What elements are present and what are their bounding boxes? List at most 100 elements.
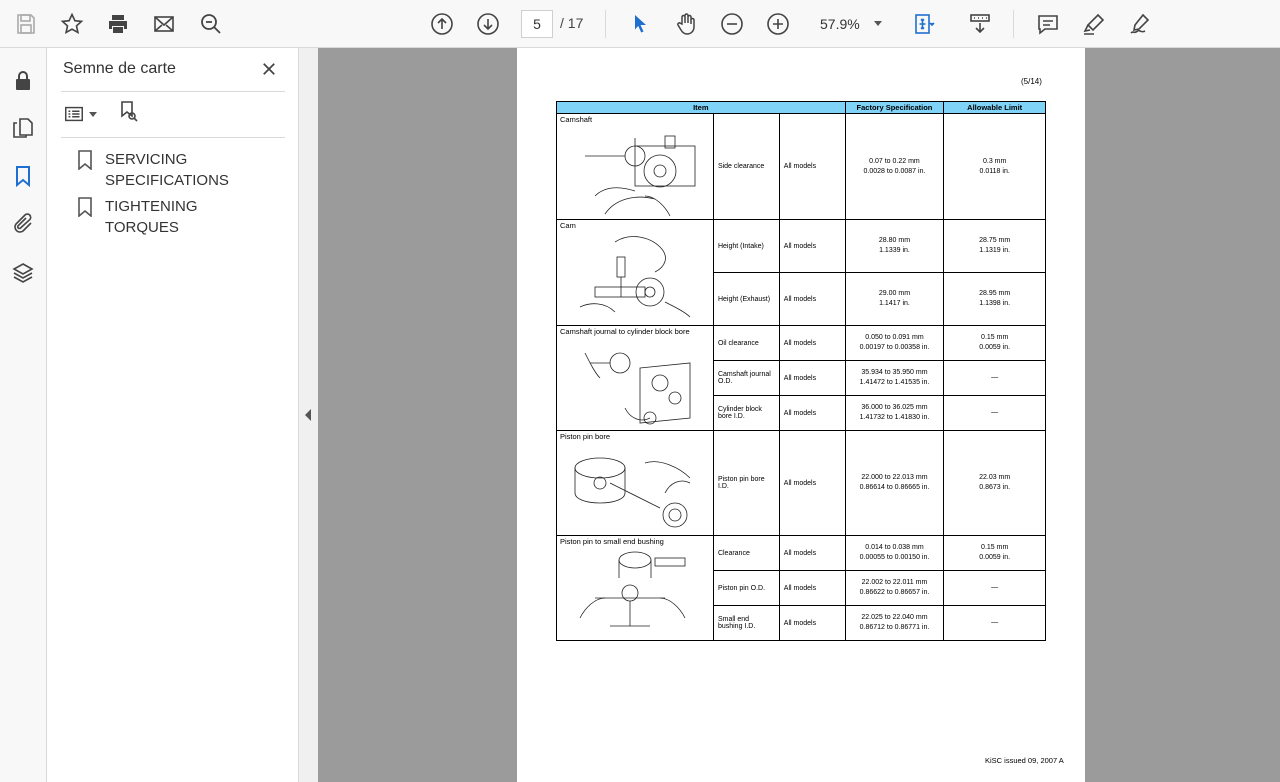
item-cell: Camshaft [556,113,714,220]
limit-cell: — [943,395,1046,431]
param-cell: Side clearance [712,113,780,220]
header-allowable: Allowable Limit [943,101,1046,114]
factory-cell: 22.002 to 22.011 mm 0.86622 to 0.86657 in… [844,570,945,606]
item-cell: Cam [556,219,714,326]
item-cell: Piston pin to small end bushing [556,535,714,641]
attachment-icon[interactable] [8,209,38,239]
highlight-icon[interactable] [1076,6,1112,42]
item-cell: Camshaft journal to cylinder block bore [556,325,714,431]
pdf-page: (5/14) Item Factory Specification Allowa… [517,48,1085,782]
page-thumbnails-icon[interactable] [8,113,38,143]
bookmark-options-button[interactable] [63,103,97,125]
hand-tool-icon[interactable] [668,6,704,42]
camshaft-illustration [584,135,696,217]
limit-cell: 0.15 mm 0.0059 in. [943,535,1046,571]
item-title: Piston pin bore [560,432,611,441]
param-cell: Oil clearance [712,325,780,361]
select-cursor-icon[interactable] [622,6,658,42]
limit-cell: 28.95 mm 1.1398 in. [943,272,1046,326]
factory-cell: 22.025 to 22.040 mm 0.86712 to 0.86771 in… [844,605,945,641]
factory-cell: 0.050 to 0.091 mm 0.00197 to 0.00358 in. [844,325,945,361]
chevron-down-icon [874,21,882,26]
comment-icon[interactable] [1030,6,1066,42]
page-footer: KiSC issued 09, 2007 A [985,756,1064,765]
factory-cell: 36.000 to 36.025 mm 1.41732 to 1.41830 in… [844,395,945,431]
cam-illustration [579,236,691,318]
save-icon[interactable] [8,6,44,42]
param-cell: Cylinder block bore I.D. [712,395,780,431]
factory-cell: 29.00 mm 1.1417 in. [844,272,945,326]
previous-page-icon[interactable] [424,6,460,42]
bookmark-search-icon [121,101,138,122]
close-icon[interactable] [257,57,281,81]
item-cell: Piston pin bore [556,430,714,536]
models-cell: All models [778,395,846,431]
connecting-rod-illustration [579,551,686,627]
piston-illustration [574,457,691,528]
specifications-table: Item Factory Specification Allowable Lim… [556,101,1046,641]
models-cell: All models [778,113,846,220]
find-bookmark-button[interactable] [117,100,141,129]
factory-cell: 28.80 mm 1.1339 in. [844,219,945,273]
table-header-row: Item Factory Specification Allowable Lim… [556,101,1046,114]
limit-cell: — [943,360,1046,396]
scroll-mode-icon[interactable] [962,6,998,42]
models-cell: All models [778,430,846,536]
models-cell: All models [778,219,846,273]
table-row: Piston pin to small end bushing Clearanc… [556,535,1046,641]
models-cell: All models [778,535,846,571]
sign-icon[interactable] [1122,6,1158,42]
lock-icon[interactable] [8,66,38,96]
zoom-out-icon[interactable] [714,6,750,42]
bookmark-item[interactable]: SERVICING SPECIFICATIONS [77,149,255,191]
table-row: Cam Height (Intake) All models 28.80 mm 1… [556,219,1046,326]
mail-icon[interactable] [146,6,182,42]
factory-cell: 0.014 to 0.038 mm 0.00055 to 0.00150 in. [844,535,945,571]
list-options-icon [65,106,83,122]
panel-divider [61,91,285,92]
models-cell: All models [778,325,846,361]
models-cell: All models [778,360,846,396]
collapse-panel-icon[interactable] [305,409,311,421]
table-row: Piston pin bore Piston pin bore I.D. All… [556,430,1046,536]
fit-page-icon[interactable] [906,6,942,42]
zoom-level-value: 57.9% [820,16,860,32]
table-row: Camshaft journal to cylinder block bore … [556,325,1046,431]
main-toolbar: 5 / 17 57.9% [0,0,1280,48]
factory-cell: 35.934 to 35.950 mm 1.41472 to 1.41535 in… [844,360,945,396]
page-number-input[interactable]: 5 [521,10,553,38]
limit-cell: — [943,605,1046,641]
star-icon[interactable] [54,6,90,42]
models-cell: All models [778,605,846,641]
factory-cell: 0.07 to 0.22 mm 0.0028 to 0.0087 in. [844,113,945,220]
zoom-level-select[interactable]: 57.9% [812,10,888,38]
layers-icon[interactable] [8,258,38,288]
item-title: Camshaft [560,115,593,124]
param-cell: Camshaft journal O.D. [712,360,780,396]
left-rail [0,48,47,782]
bookmarks-panel: Semne de carte SERVICING SPECIFICATIONS … [47,48,299,782]
chevron-down-icon [89,111,97,117]
header-factory: Factory Specification [844,101,945,114]
item-title: Piston pin to small end bushing [560,537,664,546]
panel-title: Semne de carte [63,60,176,77]
document-viewer[interactable]: (5/14) Item Factory Specification Allowa… [318,48,1280,782]
param-cell: Piston pin bore I.D. [712,430,780,536]
param-cell: Piston pin O.D. [712,570,780,606]
limit-cell: 0.15 mm 0.0059 in. [943,325,1046,361]
search-icon[interactable] [193,6,229,42]
param-cell: Height (Exhaust) [712,272,780,326]
limit-cell: — [943,570,1046,606]
toolbar-divider [1013,10,1014,38]
print-icon[interactable] [100,6,136,42]
models-cell: All models [778,570,846,606]
models-cell: All models [778,272,846,326]
table-row: Camshaft Side clearance All models 0.07 … [556,113,1046,220]
next-page-icon[interactable] [470,6,506,42]
bookmark-label: SERVICING SPECIFICATIONS [105,151,229,189]
page-total: / 17 [560,15,584,31]
bookmark-item[interactable]: TIGHTENING TORQUES [77,196,275,238]
zoom-in-icon[interactable] [760,6,796,42]
bookmarks-icon[interactable] [8,161,38,191]
factory-cell: 22.000 to 22.013 mm 0.86614 to 0.86665 in… [844,430,945,536]
